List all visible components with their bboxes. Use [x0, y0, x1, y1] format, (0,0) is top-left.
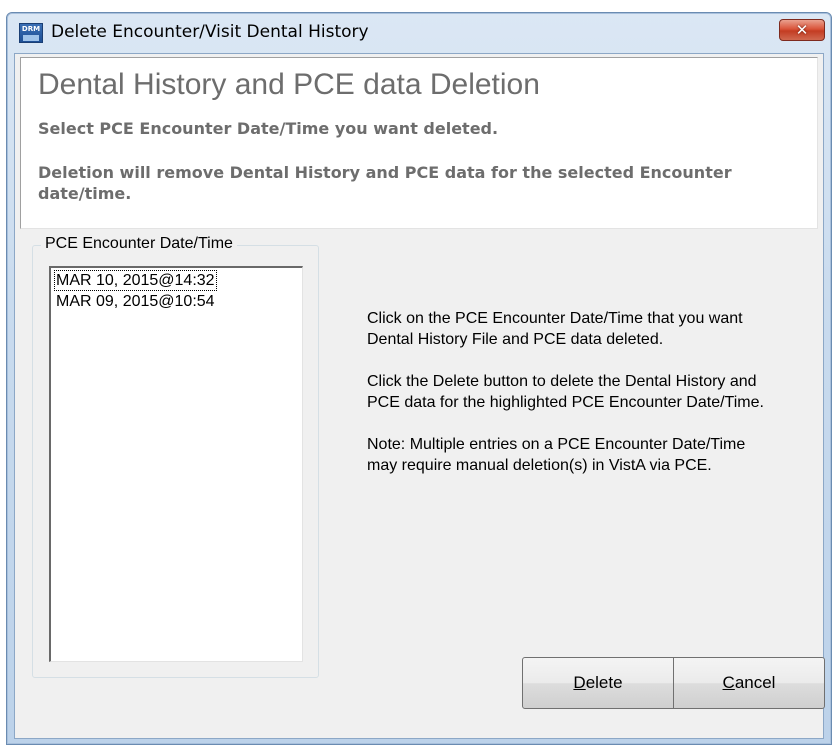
drm-app-icon[interactable]: DRM — [19, 23, 43, 43]
list-item[interactable]: MAR 09, 2015@10:54 — [54, 291, 217, 312]
cancel-label: ancel — [734, 673, 776, 692]
delete-mnemonic: D — [573, 673, 586, 692]
groupbox-legend: PCE Encounter Date/Time — [41, 235, 237, 253]
app-icon-bar — [23, 35, 39, 41]
header-title: Dental History and PCE data Deletion — [38, 68, 540, 101]
title-bar[interactable]: DRM Delete Encounter/Visit Dental Histor… — [7, 13, 831, 53]
instruction-delete: Click the Delete button to delete the De… — [367, 373, 764, 411]
header-panel: Dental History and PCE data Deletion Sel… — [20, 57, 818, 229]
close-button[interactable]: ✕ — [779, 19, 825, 41]
header-instruction: Select PCE Encounter Date/Time you want … — [38, 119, 499, 138]
delete-button[interactable]: Delete — [522, 657, 674, 709]
instructions-panel: Click on the PCE Encounter Date/Time tha… — [367, 308, 787, 497]
instruction-note: Note: Multiple entries on a PCE Encounte… — [367, 436, 746, 474]
cancel-button[interactable]: Cancel — [673, 657, 825, 709]
encounter-groupbox: PCE Encounter Date/Time MAR 10, 2015@14:… — [32, 235, 319, 678]
delete-label: elete — [585, 673, 623, 692]
app-icon-text: DRM — [21, 25, 41, 33]
dialog-window: DRM Delete Encounter/Visit Dental Histor… — [6, 12, 832, 745]
dialog-client-area: Dental History and PCE data Deletion Sel… — [14, 53, 825, 739]
encounter-listbox[interactable]: MAR 10, 2015@14:32 MAR 09, 2015@10:54 — [49, 266, 303, 662]
window-title: Delete Encounter/Visit Dental History — [51, 22, 369, 42]
instruction-select: Click on the PCE Encounter Date/Time tha… — [367, 310, 743, 348]
header-warning: Deletion will remove Dental History and … — [38, 163, 732, 203]
list-item[interactable]: MAR 10, 2015@14:32 — [54, 270, 217, 291]
close-icon: ✕ — [795, 21, 809, 39]
cancel-mnemonic: C — [722, 673, 735, 692]
